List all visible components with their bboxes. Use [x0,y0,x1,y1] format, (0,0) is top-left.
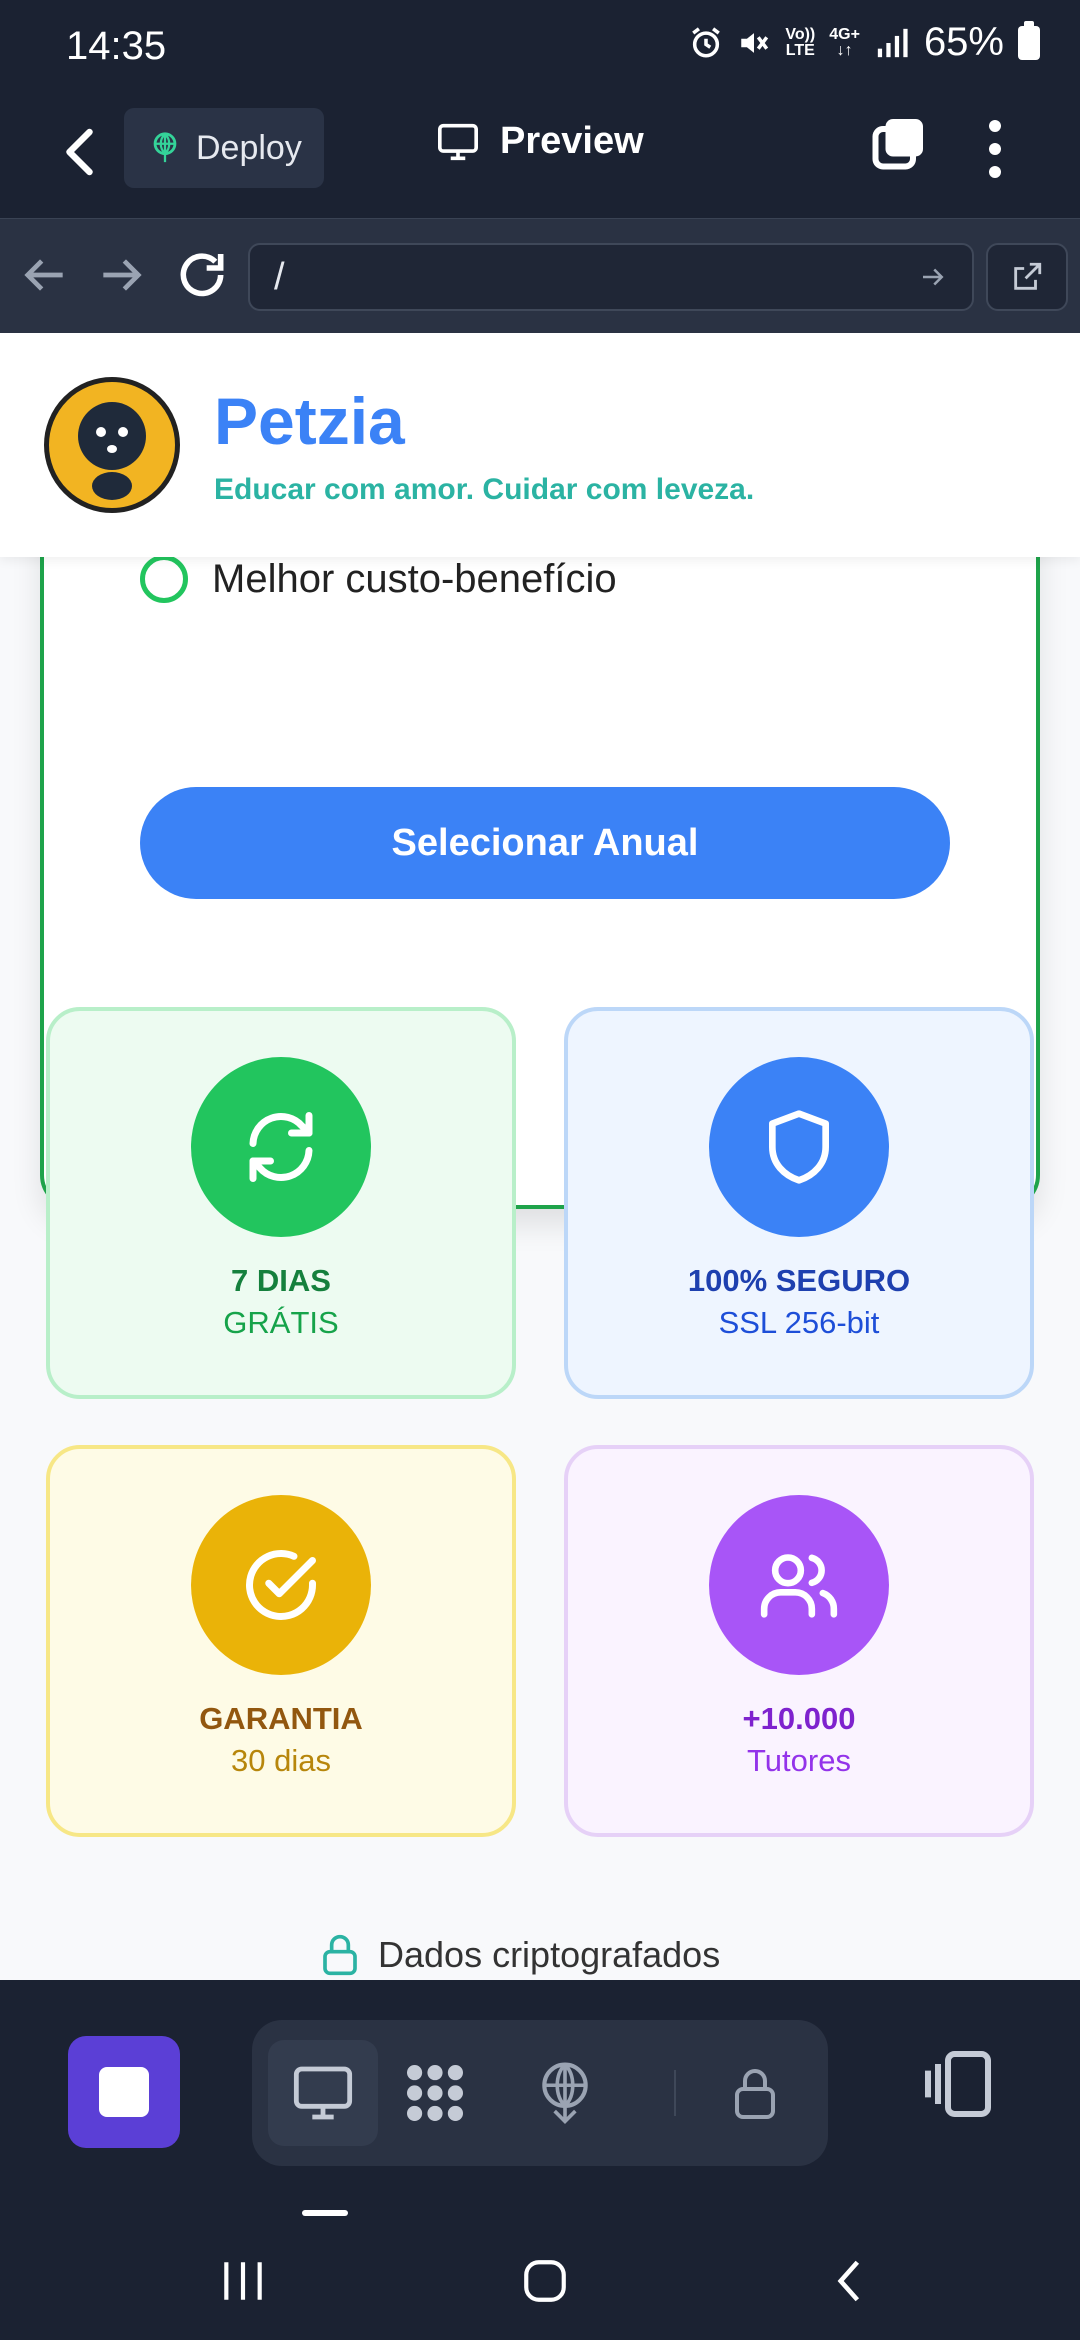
reload-icon[interactable] [174,247,230,303]
monitor-icon [438,123,478,160]
tool-group [252,2020,828,2166]
home-button[interactable] [510,2246,580,2316]
preview-tool-button[interactable] [268,2040,378,2146]
alarm-icon [692,26,721,58]
signal-icon [877,28,908,57]
bottom-toolbar [0,1980,1080,2190]
integrations-icon [407,2065,463,2121]
refresh-icon [191,1057,371,1237]
battery-percent: 65% [923,20,1004,64]
system-nav-bar [0,2216,1080,2340]
browser-back-icon[interactable] [16,247,72,303]
app-bar: Deploy Preview [0,96,1080,218]
shield-icon [709,1057,889,1237]
url-text: / [274,255,285,298]
brand-tagline: Educar com amor. Cuidar com leveza. [214,473,755,506]
tabs-icon[interactable] [868,114,928,174]
status-bar: 14:35 Vo)) LTE 4G+ ↓↑ 65% [0,0,1080,96]
badge-subtitle: GRÁTIS [223,1305,339,1340]
badge-subtitle: Tutores [747,1743,851,1778]
stop-button[interactable] [68,2036,180,2148]
badge-title: 100% SEGURO [687,1263,911,1298]
integrations-tool-button[interactable] [380,2040,490,2146]
page-viewport: Petzia Educar com amor. Cuidar com levez… [0,333,1080,1980]
battery-icon [1018,20,1040,60]
badge-title: 7 DIAS [231,1263,331,1298]
badge-title: GARANTIA [199,1701,363,1736]
users-icon [709,1495,889,1675]
deploy-button[interactable]: Deploy [124,108,324,188]
browser-bar: / [0,218,1080,333]
deploy-icon [542,2062,588,2124]
external-link-icon [1014,262,1042,290]
plan-feature-text: Melhor custo-benefício [212,556,617,601]
select-annual-button[interactable]: Selecionar Anual [140,787,950,899]
badge-subtitle: SSL 256-bit [718,1305,880,1340]
deploy-tool-button[interactable] [510,2040,620,2146]
preview-label: Preview [500,120,644,162]
deploy-label: Deploy [196,128,302,167]
check-icon [140,555,188,603]
back-arrow-icon[interactable] [52,122,112,182]
open-external-button[interactable] [986,243,1068,311]
check-circle-icon [191,1495,371,1675]
go-arrow-icon[interactable] [918,262,948,292]
encryption-text: Dados criptografados [378,1934,721,1975]
recent-apps-icon [224,2262,262,2300]
monitor-icon [293,2066,353,2120]
home-icon [524,2260,566,2302]
mute-icon [741,32,769,53]
more-options-icon[interactable] [978,114,1012,184]
device-toggle-icon[interactable] [918,2044,998,2124]
preview-tab[interactable]: Preview [436,120,644,163]
stop-icon [99,2067,149,2117]
url-input[interactable]: / [248,243,974,311]
brand-name: Petzia [214,384,405,458]
badge-subtitle: 30 dias [231,1743,331,1778]
tutors-badge: +10.000 Tutores [564,1445,1034,1837]
recent-apps-button[interactable] [208,2246,278,2316]
network-type: 4G+ ↓↑ [829,25,860,59]
petzia-logo [44,377,180,513]
badge-title: +10.000 [742,1701,856,1736]
system-back-button[interactable] [814,2246,884,2316]
lock-icon [735,2069,775,2119]
back-chevron-icon [837,2260,860,2302]
browser-forward-icon[interactable] [94,247,150,303]
encryption-note: Dados criptografados [320,1933,720,1977]
free-trial-badge: 7 DIAS GRÁTIS [46,1007,516,1399]
plan-feature-item: Melhor custo-benefício [140,555,617,603]
pet-mascot-icon [78,402,146,500]
secure-badge: 100% SEGURO SSL 256-bit [564,1007,1034,1399]
lock-tool-button[interactable] [700,2040,810,2146]
lock-icon [323,1934,357,1976]
status-icons: Vo)) LTE 4G+ ↓↑ 65% [689,20,1040,65]
site-header: Petzia Educar com amor. Cuidar com levez… [0,333,1080,557]
toolbar-divider [674,2070,676,2116]
deploy-icon [153,132,177,163]
volte-indicator: Vo)) LTE [785,25,816,59]
status-time: 14:35 [66,24,167,68]
guarantee-badge: GARANTIA 30 dias [46,1445,516,1837]
